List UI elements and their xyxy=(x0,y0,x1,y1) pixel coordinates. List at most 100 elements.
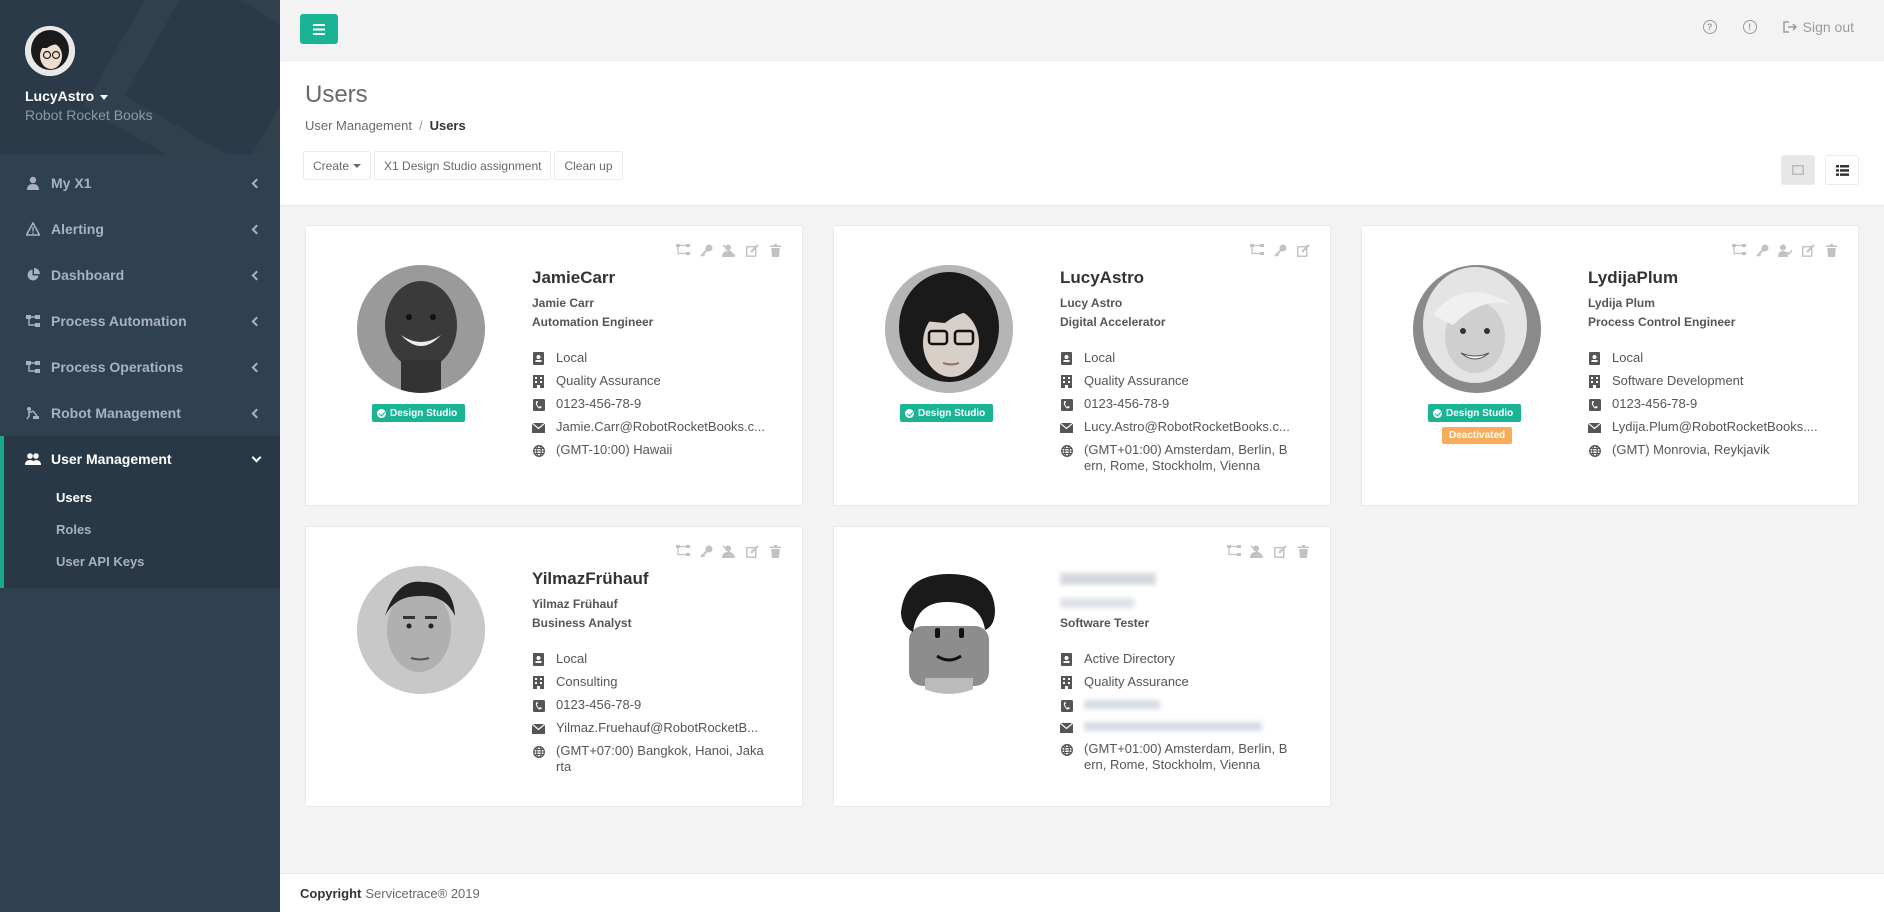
sitemap-icon[interactable] xyxy=(1250,243,1264,257)
phone-text: 0123-456-78-9 xyxy=(556,697,642,712)
username[interactable]: JamieCarr xyxy=(532,268,772,288)
phone-icon xyxy=(532,699,545,712)
nav-item-user-management[interactable]: User Management xyxy=(4,436,280,482)
nav-label: Robot Management xyxy=(51,405,181,421)
username[interactable]: LydijaPlum xyxy=(1588,268,1828,288)
department-text: Quality Assurance xyxy=(556,373,661,388)
sitemap-icon[interactable] xyxy=(1227,544,1241,558)
sign-out-button[interactable]: Sign out xyxy=(1782,19,1854,35)
footer: Copyright Servicetrace® 2019 xyxy=(280,873,1884,912)
user-disable-icon[interactable] xyxy=(722,243,736,257)
user-enable-icon[interactable] xyxy=(1778,243,1792,257)
job-title: Software Tester xyxy=(1060,616,1150,630)
design-studio-assignment-button[interactable]: X1 Design Studio assignment xyxy=(374,151,552,180)
nav-item-dashboard[interactable]: Dashboard xyxy=(0,252,280,298)
job-title: Automation Engineer xyxy=(532,315,654,329)
nav-item-my-x1[interactable]: My X1 xyxy=(0,160,280,206)
menu-toggle-button[interactable] xyxy=(300,14,338,44)
card-actions xyxy=(1732,243,1838,257)
department-text: Quality Assurance xyxy=(1084,373,1189,388)
nav-label: Dashboard xyxy=(51,267,125,283)
create-label: Create xyxy=(313,158,350,173)
job-title: Process Control Engineer xyxy=(1588,315,1736,329)
email-text: Lydija.Plum@RobotRocketBooks.... xyxy=(1612,419,1818,434)
avatar xyxy=(885,265,1013,393)
envelope-icon xyxy=(1588,421,1601,434)
auth-type: Local xyxy=(1060,350,1300,366)
avatar xyxy=(357,265,485,393)
help-icon[interactable]: ? xyxy=(1702,20,1717,34)
sitemap-icon[interactable] xyxy=(676,243,690,257)
auth-type: Local xyxy=(532,350,772,366)
subnav-item-user-api-keys[interactable]: User API Keys xyxy=(4,546,280,578)
redacted-block xyxy=(1060,598,1134,608)
email-text: Lucy.Astro@RobotRocketBooks.c... xyxy=(1084,419,1290,434)
card-view-button[interactable] xyxy=(1781,155,1815,185)
phone: 0123-456-78-9 xyxy=(532,396,772,412)
full-name: Lydija Plum xyxy=(1588,296,1655,310)
globe-icon xyxy=(1060,444,1073,457)
timezone: (GMT) Monrovia, Reykjavik xyxy=(1588,442,1828,458)
nav-item-alerting[interactable]: Alerting xyxy=(0,206,280,252)
auth-type-text: Local xyxy=(556,651,588,666)
avatar[interactable] xyxy=(25,26,75,76)
username-redacted[interactable] xyxy=(1060,569,1300,589)
key-icon[interactable] xyxy=(1273,243,1287,257)
trash-icon[interactable] xyxy=(1824,243,1838,257)
job-title: Digital Accelerator xyxy=(1060,315,1166,329)
clean-up-button[interactable]: Clean up xyxy=(554,151,623,180)
card-actions xyxy=(1250,243,1310,257)
deactivated-badge: Deactivated xyxy=(1442,427,1513,444)
full-name: Yilmaz Frühauf xyxy=(532,597,618,611)
user-card: Design Studio Deactivated LydijaPlum Lyd… xyxy=(1361,225,1859,506)
id-card-icon xyxy=(1060,653,1073,666)
info-icon[interactable]: ! xyxy=(1742,20,1757,34)
check-circle-icon xyxy=(377,408,386,418)
sitemap-icon[interactable] xyxy=(676,544,690,558)
email-text: Jamie.Carr@RobotRocketBooks.c... xyxy=(556,419,765,434)
nav-item-process-automation[interactable]: Process Automation xyxy=(0,298,280,344)
phone-icon xyxy=(1060,398,1073,411)
id-card-icon xyxy=(532,352,545,365)
user-disable-icon[interactable] xyxy=(722,544,736,558)
username[interactable]: YilmazFrühauf xyxy=(532,569,772,589)
sign-out-icon xyxy=(1782,21,1797,33)
view-toggle xyxy=(1781,155,1859,185)
breadcrumb-item-user-management[interactable]: User Management xyxy=(305,118,412,133)
nav-item-process-operations[interactable]: Process Operations xyxy=(0,344,280,390)
edit-icon[interactable] xyxy=(1296,243,1310,257)
edit-icon[interactable] xyxy=(1801,243,1815,257)
copyright-text: Servicetrace® 2019 xyxy=(365,885,480,901)
envelope-icon xyxy=(1060,421,1073,434)
trash-icon[interactable] xyxy=(768,544,782,558)
nav-item-robot-management[interactable]: Robot Management xyxy=(0,390,280,436)
key-icon[interactable] xyxy=(1755,243,1769,257)
phone: 0123-456-78-9 xyxy=(1588,396,1828,412)
edit-icon[interactable] xyxy=(745,544,759,558)
nav-label: Alerting xyxy=(51,221,104,237)
subnav-item-roles[interactable]: Roles xyxy=(4,514,280,546)
trash-icon[interactable] xyxy=(768,243,782,257)
edit-icon[interactable] xyxy=(745,243,759,257)
robot-icon xyxy=(24,404,42,422)
warning-icon xyxy=(24,220,42,238)
globe-icon xyxy=(1060,743,1073,756)
sitemap-icon xyxy=(24,312,42,330)
card-actions xyxy=(676,544,782,558)
edit-icon[interactable] xyxy=(1273,544,1287,558)
subnav-item-users[interactable]: Users xyxy=(4,482,280,514)
design-studio-badge: Design Studio xyxy=(372,404,466,422)
sitemap-icon xyxy=(24,358,42,376)
sitemap-icon[interactable] xyxy=(1732,243,1746,257)
create-button[interactable]: Create xyxy=(303,151,372,180)
username[interactable]: LucyAstro xyxy=(1060,268,1300,288)
list-view-button[interactable] xyxy=(1825,155,1859,185)
trash-icon[interactable] xyxy=(1296,544,1310,558)
nav-section-user-management: User Management Users Roles User API Key… xyxy=(0,436,280,588)
key-icon[interactable] xyxy=(699,544,713,558)
key-icon[interactable] xyxy=(699,243,713,257)
auth-type-text: Active Directory xyxy=(1084,651,1176,666)
user-disable-icon[interactable] xyxy=(1250,544,1264,558)
user-card: Design Studio LucyAstro Lucy Astro Digit… xyxy=(833,225,1331,506)
full-name: Jamie Carr xyxy=(532,296,595,310)
